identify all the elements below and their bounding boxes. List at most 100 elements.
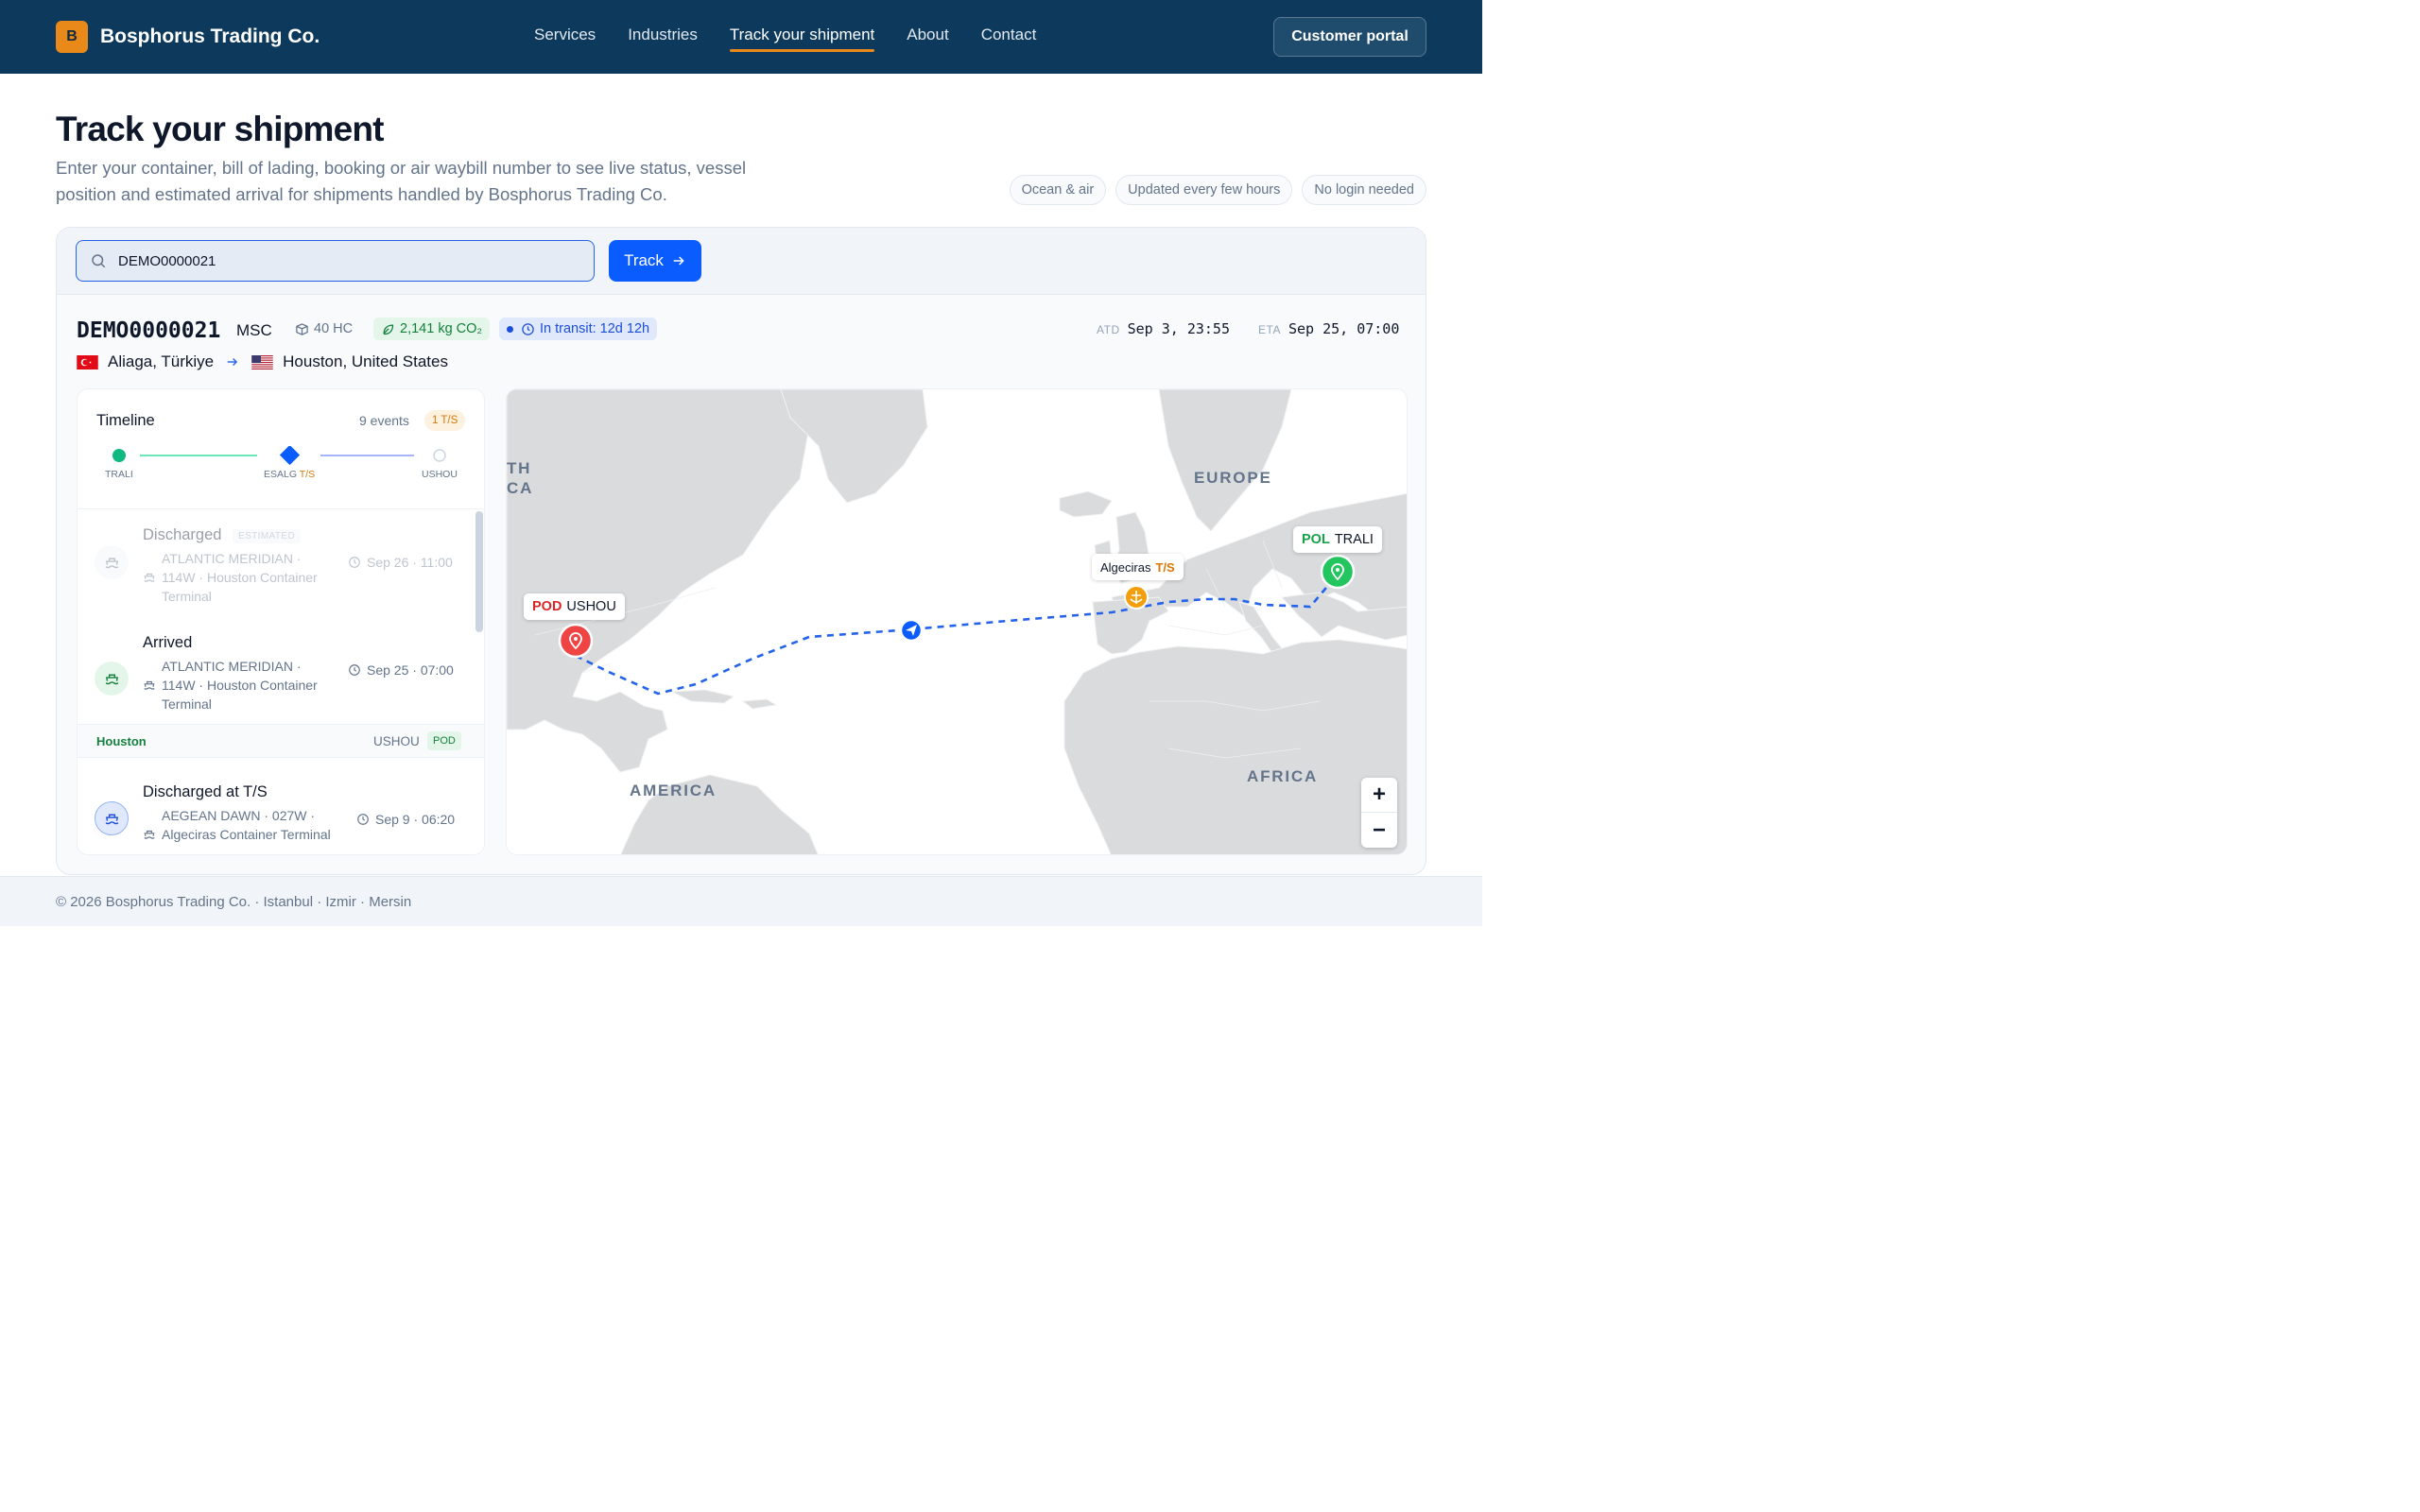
map-label-america: AMERICA — [630, 782, 717, 799]
progress-node-destination — [433, 449, 446, 462]
vessel-position-icon[interactable] — [899, 618, 924, 643]
vessel-icon — [144, 830, 155, 839]
event-title: Discharged — [143, 526, 222, 543]
destination-port: Houston, United States — [283, 352, 448, 370]
timeline-title: Timeline — [96, 412, 155, 429]
tracking-number-input[interactable] — [118, 252, 572, 269]
atd-value: Sep 3, 23:55 — [1127, 320, 1230, 337]
pod-location-pin-icon[interactable] — [558, 623, 594, 659]
timeline-event-list[interactable]: Discharged ESTIMATED ATLANTIC MERIDIAN ·… — [78, 509, 484, 854]
track-button[interactable]: Track — [609, 240, 701, 282]
map-label-america-fragment: CA — [507, 479, 534, 497]
nav-about[interactable]: About — [907, 26, 948, 50]
track-button-label: Track — [624, 251, 664, 269]
progress-label-origin: TRALI — [105, 469, 133, 480]
chip-ocean-air: Ocean & air — [1009, 175, 1107, 205]
timeline-event-discharged-ts[interactable]: Discharged at T/S AEGEAN DAWN · 027W · A… — [78, 758, 484, 854]
atd-block: ATD Sep 3, 23:55 — [1097, 320, 1230, 337]
timeline-panel: Timeline 9 events 1 T/S TRALI ESALG T/S … — [77, 388, 485, 855]
vessel-icon — [144, 680, 155, 690]
event-vessel-details: AEGEAN DAWN · 027W · Algeciras Container… — [162, 808, 331, 842]
eta-block: ETA Sep 25, 07:00 — [1258, 320, 1399, 337]
progress-label-destination: USHOU — [422, 469, 458, 480]
pol-callout[interactable]: POL TRALI — [1293, 526, 1382, 553]
vessel-icon — [144, 573, 155, 582]
ts-port-name: Algeciras — [1100, 559, 1151, 575]
pod-callout[interactable]: POD USHOU — [524, 593, 625, 620]
footer-text: © 2026 Bosphorus Trading Co. · Istanbul … — [56, 894, 412, 910]
usa-flag-icon — [251, 354, 273, 369]
search-box[interactable] — [76, 240, 595, 282]
port-group-code: USHOU — [373, 734, 420, 748]
turkey-flag-icon — [77, 354, 98, 369]
nav-contact[interactable]: Contact — [981, 26, 1037, 50]
event-time-value: Sep 26 · 11:00 — [367, 555, 453, 570]
leaf-icon — [383, 323, 394, 335]
brand-logo[interactable]: B — [56, 21, 88, 53]
route-arrow-icon — [227, 358, 238, 366]
timeline-scrollbar[interactable] — [475, 511, 483, 632]
event-vessel-details: ATLANTIC MERIDIAN · 114W · Houston Conta… — [162, 551, 318, 604]
pod-code: USHOU — [566, 599, 616, 614]
route-line: Aliaga, Türkiye Houston, United States — [77, 352, 448, 371]
feature-chips: Ocean & air Updated every few hours No l… — [1009, 175, 1426, 205]
eta-value: Sep 25, 07:00 — [1288, 320, 1400, 337]
shipment-id: DEMO0000021 — [77, 318, 221, 343]
timeline-event-discharged-estimated[interactable]: Discharged ESTIMATED ATLANTIC MERIDIAN ·… — [78, 509, 484, 620]
anchor-icon[interactable] — [1124, 585, 1149, 610]
container-badge: 40 HC — [287, 318, 360, 340]
pol-code: TRALI — [1334, 532, 1374, 547]
container-type: 40 HC — [314, 321, 354, 336]
progress-node-ts — [279, 444, 301, 466]
atd-label: ATD — [1097, 323, 1120, 336]
estimated-badge: ESTIMATED — [233, 529, 302, 543]
brand-name[interactable]: Bosphorus Trading Co. — [100, 26, 320, 48]
ship-icon — [95, 545, 129, 579]
event-title: Discharged at T/S — [143, 783, 268, 800]
container-box-icon — [296, 322, 308, 335]
progress-ts-tag: T/S — [299, 469, 316, 480]
zoom-out-button[interactable]: − — [1361, 813, 1397, 848]
pod-badge: POD — [427, 731, 461, 750]
progress-label-ts: ESALG T/S — [264, 469, 315, 480]
port-group-name: Houston — [96, 734, 147, 748]
ts-tag: T/S — [1155, 559, 1175, 575]
ts-callout[interactable]: Algeciras T/S — [1092, 554, 1184, 580]
ship-icon — [95, 801, 129, 835]
carrier-name: MSC — [236, 321, 272, 339]
search-icon — [92, 254, 106, 268]
timeline-event-arrived[interactable]: Arrived ATLANTIC MERIDIAN · 114W · Houst… — [78, 620, 484, 724]
eta-label: ETA — [1258, 323, 1281, 336]
nav-track-shipment[interactable]: Track your shipment — [729, 26, 875, 52]
port-group-houston[interactable]: Houston USHOU POD — [78, 724, 484, 758]
map-label-north-fragment: TH — [507, 459, 532, 477]
pod-tag: POD — [532, 599, 562, 614]
zoom-in-button[interactable]: + — [1361, 778, 1397, 813]
origin-port: Aliaga, Türkiye — [108, 352, 215, 370]
clock-icon — [522, 322, 534, 335]
status-dot — [507, 325, 513, 333]
clock-icon — [349, 664, 360, 676]
page-footer: © 2026 Bosphorus Trading Co. · Istanbul … — [0, 876, 1482, 926]
route-progress: TRALI ESALG T/S USHOU — [78, 444, 484, 484]
map-zoom-controls: + − — [1361, 778, 1397, 848]
route-map[interactable]: EUROPE AFRICA AMERICA TH CA POD USHOU Al… — [506, 388, 1408, 855]
customer-portal-button[interactable]: Customer portal — [1273, 17, 1426, 57]
arrow-right-icon — [673, 256, 684, 266]
map-label-europe: EUROPE — [1194, 469, 1272, 487]
timeline-event-count: 9 events — [359, 413, 409, 428]
event-time: Sep 25 · 07:00 — [348, 662, 454, 678]
nav-industries[interactable]: Industries — [628, 26, 698, 50]
tracking-card: Track DEMO0000021 MSC 40 HC 2,141 kg CO₂… — [56, 227, 1426, 875]
event-time-value: Sep 9 · 06:20 — [375, 812, 456, 827]
ship-icon — [95, 662, 129, 696]
event-time: Sep 26 · 11:00 — [348, 555, 453, 570]
nav-services[interactable]: Services — [534, 26, 596, 50]
transit-badge: In transit: 12d 12h — [499, 318, 658, 340]
top-header: B Bosphorus Trading Co. Services Industr… — [0, 0, 1482, 74]
event-time: Sep 9 · 06:20 — [356, 812, 455, 827]
main-nav: Services Industries Track your shipment … — [534, 26, 1068, 52]
pol-location-pin-icon[interactable] — [1320, 554, 1356, 590]
search-row: Track — [57, 228, 1426, 295]
page-subtitle: Enter your container, bill of lading, bo… — [56, 158, 747, 204]
